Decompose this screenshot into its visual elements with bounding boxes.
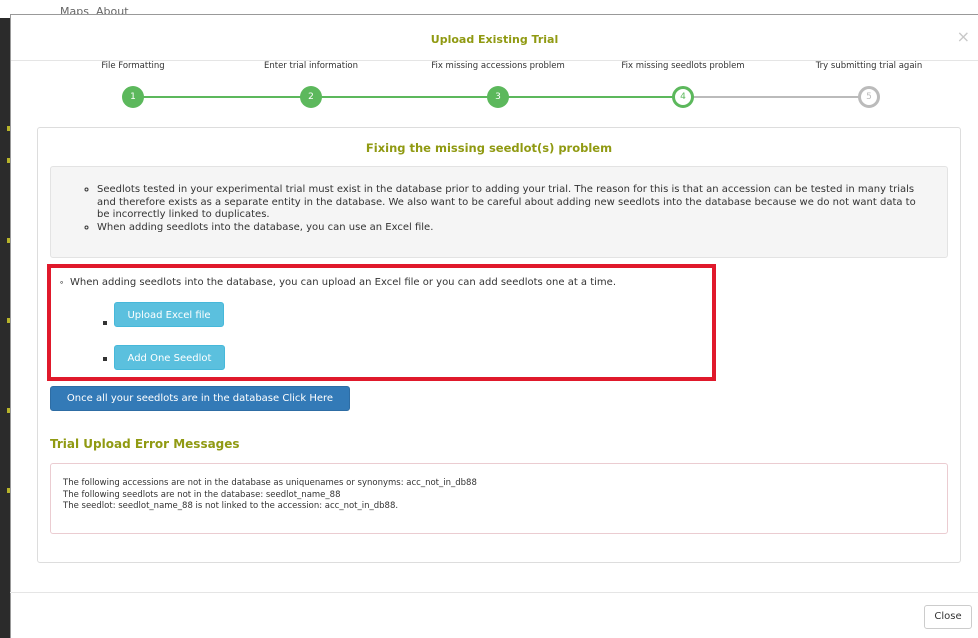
info-well: Seedlots tested in your experimental tri… — [50, 166, 948, 258]
step-circle-3: 3 — [487, 86, 509, 108]
modal-title: Upload Existing Trial — [430, 33, 559, 46]
step-label-missing-seedlots: Fix missing seedlots problem — [621, 61, 745, 71]
errors-box: The following accessions are not in the … — [50, 463, 948, 534]
info-item: Seedlots tested in your experimental tri… — [97, 184, 947, 222]
modal-header: Upload Existing Trial × — [11, 15, 978, 61]
step-connector — [133, 96, 311, 98]
circle-bullet-icon: ∘ — [59, 278, 65, 287]
add-seedlots-label: When adding seedlots into the database, … — [70, 277, 617, 288]
step-label-trial-info: Enter trial information — [263, 61, 359, 71]
step-connector — [683, 96, 870, 98]
step-circle-5: 5 — [858, 86, 880, 108]
errors-title: Trial Upload Error Messages — [50, 437, 240, 451]
proceed-button[interactable]: Once all your seedlots are in the databa… — [50, 386, 350, 411]
add-seedlots-text: ∘ When adding seedlots into the database,… — [59, 277, 616, 288]
panel-heading: Fixing the missing seedlot(s) problem — [365, 141, 613, 155]
step-circle-1: 1 — [122, 86, 144, 108]
step-connector — [498, 96, 683, 98]
background-page-edge — [0, 18, 10, 638]
square-bullet-icon — [103, 357, 107, 361]
add-one-seedlot-button[interactable]: Add One Seedlot — [114, 345, 225, 370]
step-circle-2: 2 — [300, 86, 322, 108]
error-message: The following seedlots are not in the da… — [63, 489, 341, 500]
step-label-submit-again: Try submitting trial again — [815, 61, 923, 71]
close-icon[interactable]: × — [957, 29, 970, 45]
error-message: The following accessions are not in the … — [63, 478, 477, 488]
error-message: The seedlot: seedlot_name_88 is not link… — [63, 501, 399, 511]
square-bullet-icon — [103, 321, 107, 325]
modal-footer-divider — [10, 592, 978, 593]
step-label-missing-accessions: Fix missing accessions problem — [431, 61, 565, 71]
upload-excel-button[interactable]: Upload Excel file — [114, 302, 224, 327]
step-connector — [311, 96, 498, 98]
close-button[interactable]: Close — [924, 605, 972, 629]
step-circle-4: 4 — [672, 86, 694, 108]
info-item: When adding seedlots into the database, … — [97, 222, 947, 235]
step-label-file-formatting: File Formatting — [101, 61, 165, 71]
